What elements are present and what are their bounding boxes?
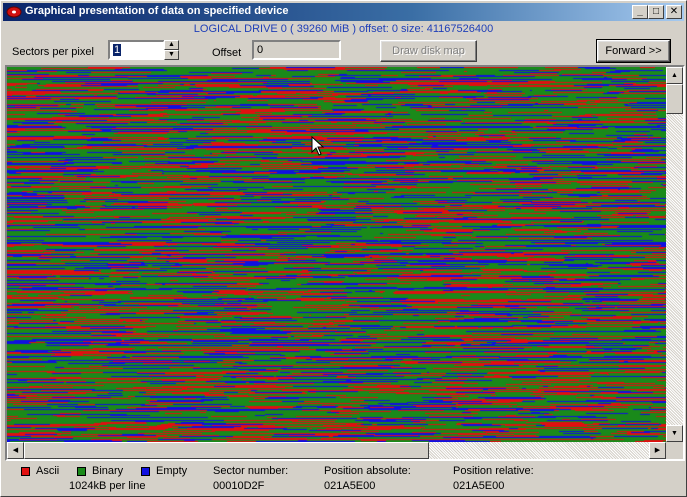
scroll-left-button[interactable]: ◀: [7, 442, 24, 459]
title-bar[interactable]: Graphical presentation of data on specif…: [3, 3, 684, 21]
empty-legend-swatch: [141, 467, 150, 476]
forward-button[interactable]: Forward >>: [596, 39, 671, 63]
minimize-button[interactable]: _: [632, 5, 648, 19]
window-title: Graphical presentation of data on specif…: [25, 5, 289, 17]
draw-disk-map-button[interactable]: Draw disk map: [380, 40, 477, 62]
close-button[interactable]: ✕: [666, 5, 682, 19]
scroll-down-button[interactable]: ▼: [666, 425, 683, 442]
scroll-up-button[interactable]: ▲: [666, 67, 683, 84]
sectors-per-pixel-input[interactable]: 1: [108, 40, 165, 60]
empty-legend-label: Empty: [156, 465, 188, 477]
maximize-button[interactable]: □: [648, 5, 664, 19]
scroll-right-button[interactable]: ▶: [649, 442, 666, 459]
ascii-legend-swatch: [21, 467, 30, 476]
position-absolute-label: Position absolute:: [324, 465, 411, 477]
vertical-scroll-thumb[interactable]: [666, 84, 683, 114]
sector-number-label: Sector number:: [213, 465, 289, 477]
device-info: LOGICAL DRIVE 0 ( 39260 MiB ) offset: 0 …: [193, 23, 494, 35]
binary-legend-label: Binary: [92, 465, 124, 477]
scrollbar-corner: [666, 442, 683, 459]
vertical-scrollbar[interactable]: ▲ ▼: [666, 67, 683, 442]
disk-map-canvas[interactable]: [7, 67, 666, 442]
per-line-info: 1024kB per line: [69, 480, 146, 492]
horizontal-scroll-thumb[interactable]: [24, 442, 429, 459]
disk-map-panel: ▲ ▼ ◀ ▶: [5, 65, 685, 461]
sectors-per-pixel-value: 1: [113, 44, 122, 56]
spin-down-button[interactable]: ▼: [164, 50, 179, 60]
position-relative-value: 021A5E00: [453, 480, 505, 492]
position-absolute-value: 021A5E00: [324, 480, 376, 492]
offset-input[interactable]: 0: [252, 40, 341, 60]
horizontal-scrollbar[interactable]: ◀ ▶: [7, 442, 666, 459]
app-icon: [6, 6, 22, 18]
binary-legend-swatch: [77, 467, 86, 476]
offset-label: Offset: [212, 47, 242, 59]
mouse-pointer-icon: [311, 136, 325, 156]
position-relative-label: Position relative:: [453, 465, 534, 477]
spin-up-button[interactable]: ▲: [164, 40, 179, 50]
sectors-per-pixel-label: Sectors per pixel: [12, 46, 94, 58]
main-window: Graphical presentation of data on specif…: [0, 0, 687, 497]
ascii-legend-label: Ascii: [36, 465, 60, 477]
sector-number-value: 00010D2F: [213, 480, 265, 492]
